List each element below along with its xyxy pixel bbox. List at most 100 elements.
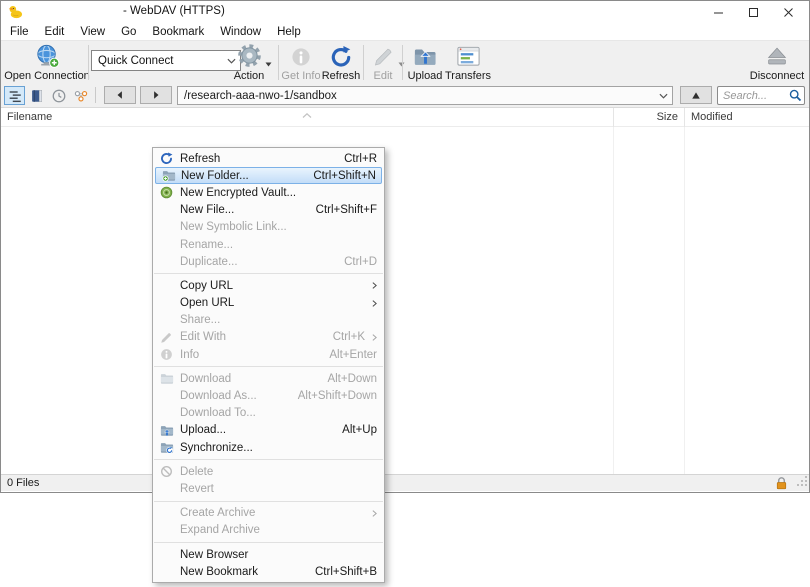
action-dropdown-arrow-icon: [265, 54, 272, 72]
context-item-create-archive: Create Archive: [153, 505, 384, 522]
back-button[interactable]: [104, 86, 136, 104]
get-info-label: Get Info: [281, 70, 320, 82]
outline-view-icon: [7, 88, 23, 104]
search-input[interactable]: [718, 90, 787, 102]
context-item-new-folder[interactable]: New Folder... Ctrl+Shift+N: [155, 167, 382, 184]
new-folder-icon: [156, 169, 181, 182]
info-icon: [289, 43, 313, 70]
navigate-up-button[interactable]: [680, 86, 712, 104]
secure-connection-lock-icon[interactable]: [775, 476, 788, 493]
context-item-revert: Revert: [153, 480, 384, 497]
upload-label: Upload: [408, 70, 443, 82]
quick-connect-combobox[interactable]: Quick Connect: [91, 50, 241, 71]
menu-bar: File Edit View Go Bookmark Window Help: [1, 23, 809, 40]
edit-button: Edit: [365, 43, 401, 82]
eject-icon: [764, 43, 790, 70]
submenu-arrow-icon: [368, 333, 377, 342]
refresh-button[interactable]: Refresh: [319, 43, 363, 82]
pencil-icon: [371, 43, 396, 70]
menu-bookmark[interactable]: Bookmark: [144, 25, 212, 39]
menu-separator: [154, 366, 383, 367]
context-item-download: Download Alt+Down: [153, 370, 384, 387]
context-item-upload[interactable]: Upload... Alt+Up: [153, 422, 384, 439]
column-header-filename[interactable]: Filename: [7, 111, 52, 123]
path-combobox[interactable]: /research-aaa-nwo-1/sandbox: [177, 86, 673, 105]
cyberduck-duck-icon: [8, 4, 23, 19]
disconnect-button[interactable]: Disconnect: [749, 43, 805, 82]
menu-go[interactable]: Go: [113, 25, 144, 39]
bookmarks-view-toggle[interactable]: [26, 86, 47, 105]
bonjour-view-toggle[interactable]: [70, 86, 91, 105]
context-item-new-file[interactable]: New File... Ctrl+Shift+F: [153, 202, 384, 219]
disconnect-label: Disconnect: [750, 70, 804, 82]
menu-help[interactable]: Help: [269, 25, 309, 39]
action-button[interactable]: Action: [223, 43, 275, 82]
context-item-copy-url[interactable]: Copy URL: [153, 277, 384, 294]
menu-separator: [154, 542, 383, 543]
menu-separator: [154, 459, 383, 460]
sort-ascending-icon: [302, 109, 312, 121]
submenu-arrow-icon: [368, 299, 377, 308]
context-item-edit-with: Edit With Ctrl+K: [153, 329, 384, 346]
context-item-new-browser[interactable]: New Browser: [153, 546, 384, 563]
context-item-open-url[interactable]: Open URL: [153, 295, 384, 312]
forward-button[interactable]: [140, 86, 172, 104]
folder-icon: [153, 372, 180, 385]
upload-folder-icon: [412, 43, 439, 70]
globe-plus-icon: [34, 43, 61, 70]
browser-window: - WebDAV (HTTPS) File Edit View Go Bookm…: [0, 0, 810, 493]
action-label: Action: [234, 70, 265, 82]
column-header-size[interactable]: Size: [614, 111, 678, 123]
open-connection-button[interactable]: Open Connection: [5, 43, 89, 82]
current-path: /research-aaa-nwo-1/sandbox: [178, 90, 655, 102]
toolbar-separator: [88, 45, 89, 80]
edit-label: Edit: [374, 70, 393, 82]
search-box: [717, 86, 805, 105]
title-bar[interactable]: - WebDAV (HTTPS): [1, 1, 809, 23]
context-item-refresh[interactable]: Refresh Ctrl+R: [153, 150, 384, 167]
context-menu: Refresh Ctrl+R New Folder... Ctrl+Shift+…: [152, 147, 385, 583]
search-icon: [787, 89, 804, 102]
maximize-icon: [748, 7, 759, 18]
transfers-label: Transfers: [445, 70, 491, 82]
context-item-expand-archive: Expand Archive: [153, 522, 384, 539]
screenshot-canvas: - WebDAV (HTTPS) File Edit View Go Bookm…: [0, 0, 810, 587]
up-arrow-icon: [691, 91, 701, 100]
window-title: - WebDAV (HTTPS): [123, 5, 225, 17]
menu-window[interactable]: Window: [212, 25, 269, 39]
refresh-icon: [153, 152, 180, 165]
minimize-icon: [713, 7, 724, 18]
column-guide-line: [684, 127, 685, 474]
menu-view[interactable]: View: [72, 25, 113, 39]
context-item-new-bookmark[interactable]: New Bookmark Ctrl+Shift+B: [153, 563, 384, 580]
transfers-button[interactable]: Transfers: [444, 43, 492, 82]
toolbar-separator: [402, 45, 403, 80]
context-item-info: Info Alt+Enter: [153, 346, 384, 363]
minimize-button[interactable]: [701, 1, 736, 23]
menu-separator: [154, 501, 383, 502]
gear-icon: [236, 43, 263, 70]
get-info-button: Get Info: [280, 43, 322, 82]
pencil-icon: [153, 331, 180, 344]
file-count: 0 Files: [7, 477, 39, 489]
file-list[interactable]: [1, 127, 809, 474]
upload-button[interactable]: Upload: [404, 43, 446, 82]
menu-file[interactable]: File: [2, 25, 37, 39]
menu-edit[interactable]: Edit: [37, 25, 73, 39]
context-item-new-encrypted-vault[interactable]: New Encrypted Vault...: [153, 184, 384, 201]
status-bar: 0 Files: [1, 474, 809, 491]
close-button[interactable]: [771, 1, 806, 23]
context-item-rename: Rename...: [153, 236, 384, 253]
resize-grip[interactable]: [797, 476, 807, 489]
browser-view-toggle[interactable]: [4, 86, 25, 105]
history-view-toggle[interactable]: [48, 86, 69, 105]
context-item-delete: Delete: [153, 463, 384, 480]
window-controls: [701, 1, 806, 23]
transfers-window-icon: [455, 43, 482, 70]
column-header-modified[interactable]: Modified: [691, 111, 733, 123]
context-item-synchronize[interactable]: Synchronize...: [153, 439, 384, 456]
column-divider[interactable]: [684, 108, 685, 127]
context-item-download-to: Download To...: [153, 405, 384, 422]
close-icon: [783, 7, 794, 18]
maximize-button[interactable]: [736, 1, 771, 23]
